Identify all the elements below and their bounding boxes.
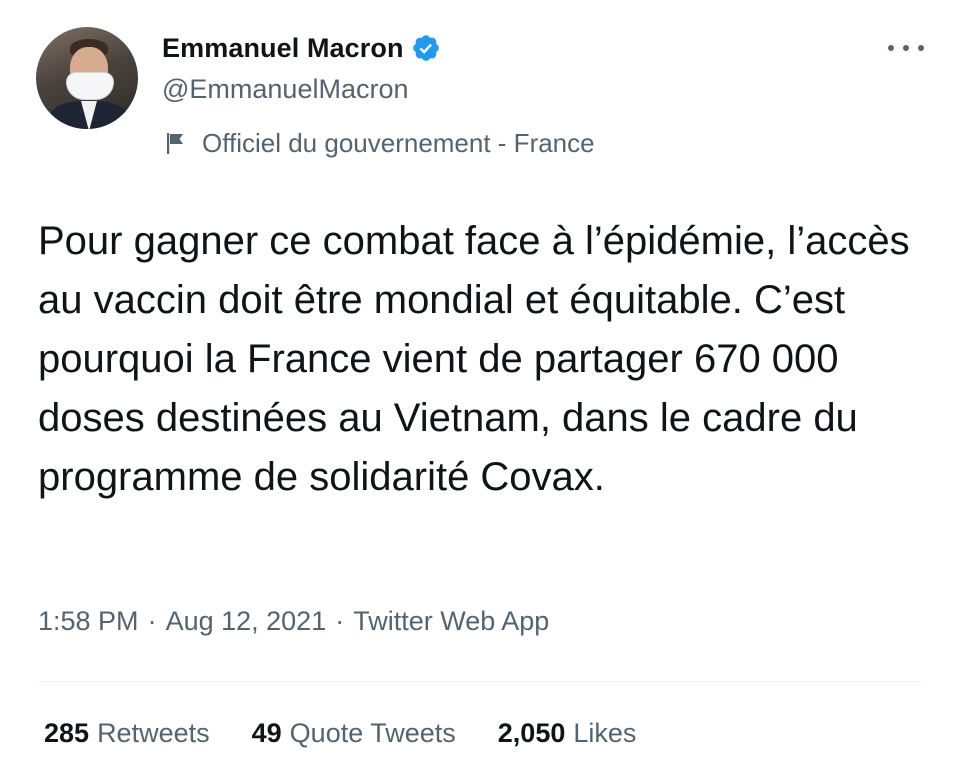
avatar[interactable] bbox=[36, 27, 138, 129]
quote-tweets-stat[interactable]: 49 Quote Tweets bbox=[252, 718, 456, 749]
name-row: Emmanuel Macron bbox=[162, 30, 441, 66]
more-dot bbox=[903, 45, 909, 51]
government-label[interactable]: Officiel du gouvernement - France bbox=[162, 127, 595, 159]
meta-separator: · bbox=[335, 606, 345, 636]
more-dot bbox=[888, 45, 894, 51]
tweet-metadata: 1:58 PM · Aug 12, 2021 · Twitter Web App bbox=[38, 606, 549, 637]
likes-stat[interactable]: 2,050 Likes bbox=[498, 718, 637, 749]
meta-separator: · bbox=[147, 606, 157, 636]
retweets-count: 285 bbox=[44, 718, 90, 748]
display-name[interactable]: Emmanuel Macron bbox=[162, 33, 404, 64]
retweets-label: Retweets bbox=[97, 718, 210, 748]
more-dot bbox=[918, 45, 924, 51]
tweet-source[interactable]: Twitter Web App bbox=[353, 606, 549, 637]
verified-badge-icon bbox=[411, 33, 441, 63]
tweet-time[interactable]: 1:58 PM bbox=[38, 606, 139, 637]
quote-tweets-label: Quote Tweets bbox=[289, 718, 456, 748]
tweet-text: Pour gagner ce combat face à l’épidémie,… bbox=[38, 219, 910, 499]
tweet-detail: Emmanuel Macron @EmmanuelMacron Officiel… bbox=[0, 0, 960, 782]
avatar-mask bbox=[66, 72, 114, 100]
quote-tweets-count: 49 bbox=[251, 718, 282, 748]
tweet-stats: 285 Retweets 49 Quote Tweets 2,050 Likes bbox=[44, 718, 678, 749]
more-options-icon[interactable] bbox=[888, 40, 924, 56]
flag-icon bbox=[162, 129, 190, 157]
government-label-text: Officiel du gouvernement - France bbox=[202, 127, 595, 158]
retweets-stat[interactable]: 285 Retweets bbox=[44, 718, 210, 749]
user-handle[interactable]: @EmmanuelMacron bbox=[162, 74, 409, 105]
tweet-date[interactable]: Aug 12, 2021 bbox=[166, 606, 327, 637]
likes-label: Likes bbox=[573, 718, 637, 748]
divider bbox=[38, 681, 922, 682]
likes-count: 2,050 bbox=[497, 718, 566, 748]
